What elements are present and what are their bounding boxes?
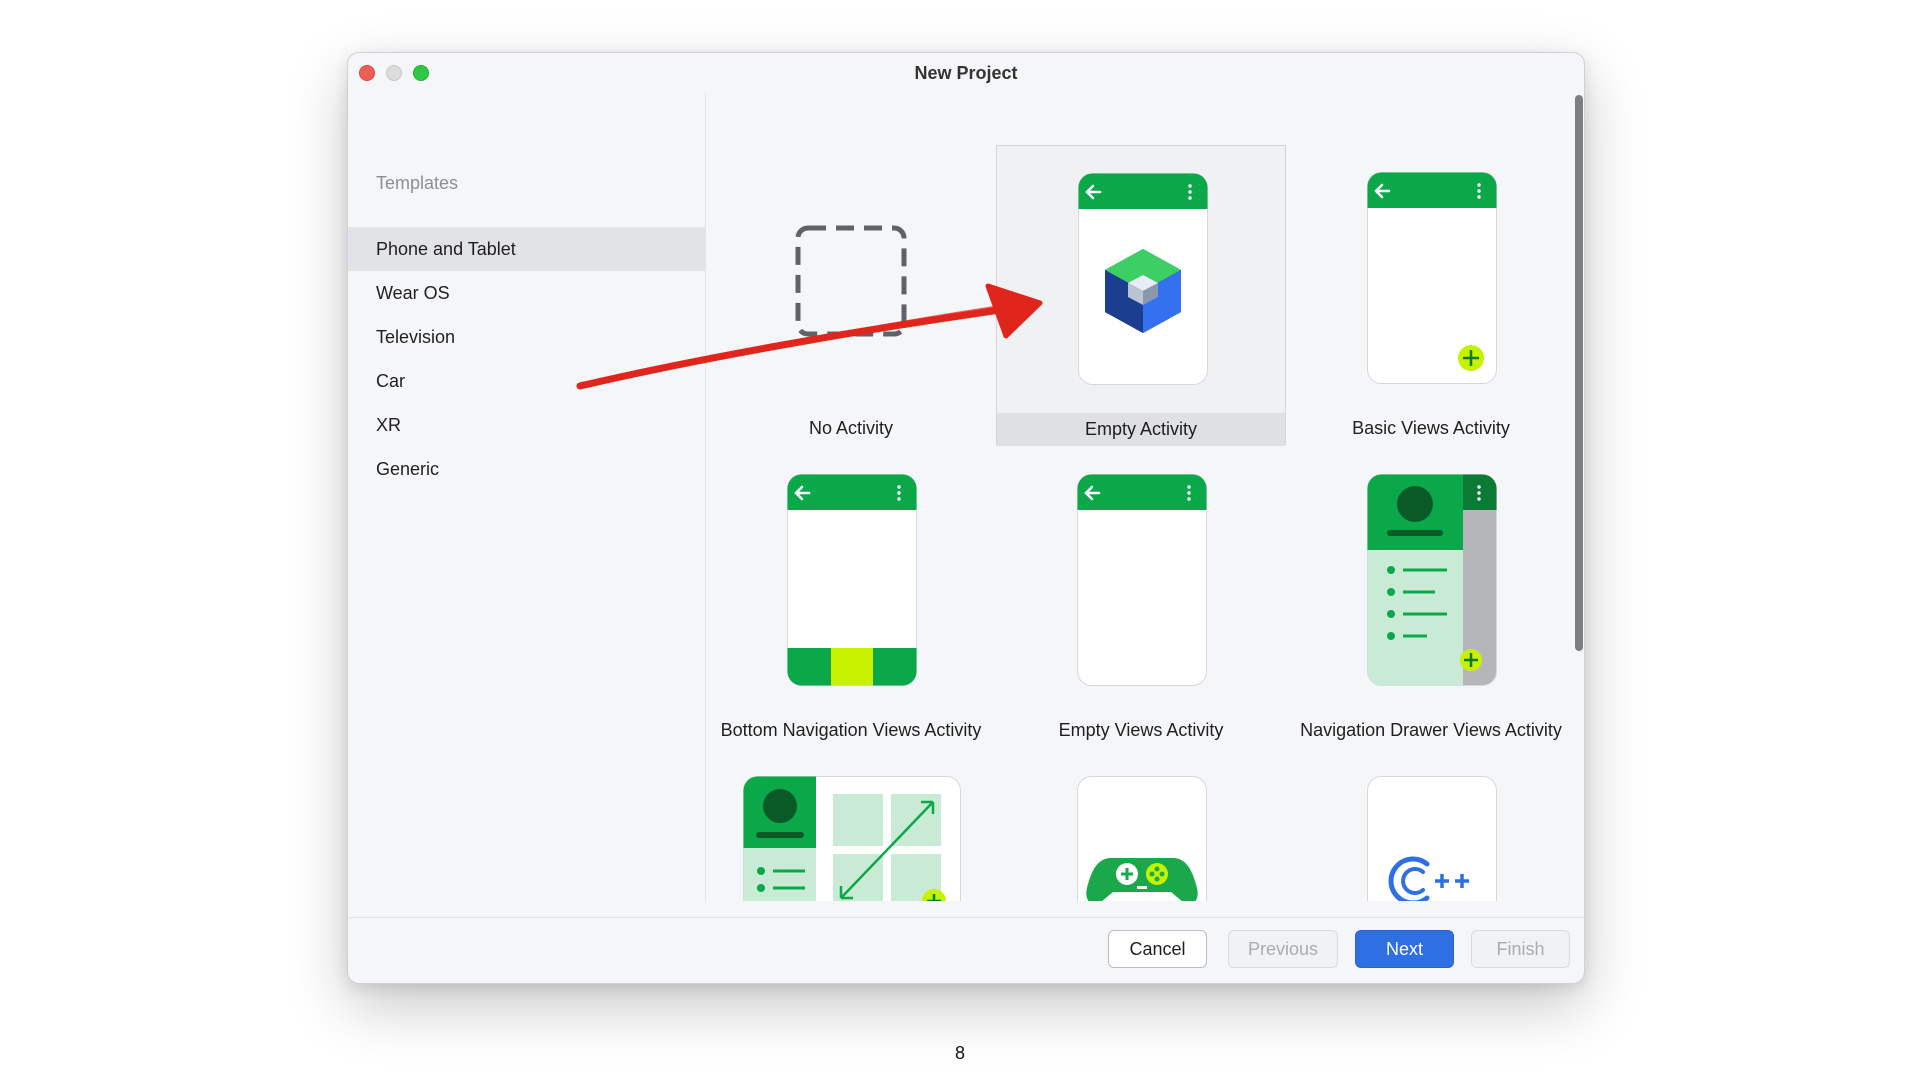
template-grid-scrollbar[interactable] xyxy=(1574,95,1584,895)
template-label: Bottom Navigation Views Activity xyxy=(720,720,982,740)
bottom-navigation-icon xyxy=(787,474,917,686)
template-card-no-activity[interactable]: No Activity xyxy=(706,145,996,445)
template-card-responsive[interactable] xyxy=(706,749,996,901)
template-card-basic-views-activity[interactable]: Basic Views Activity xyxy=(1286,145,1576,445)
page-number: 8 xyxy=(954,1043,965,1063)
sidebar-item-car[interactable]: Car xyxy=(348,359,705,403)
cancel-button[interactable]: Cancel xyxy=(1108,930,1207,968)
finish-button[interactable]: Finish xyxy=(1471,930,1570,968)
jetpack-compose-cube-icon xyxy=(1078,173,1208,385)
templates-sidebar: Templates Phone and Tablet Wear OS Telev… xyxy=(348,93,705,901)
sidebar-item-generic[interactable]: Generic xyxy=(348,447,705,491)
game-controller-icon xyxy=(1077,776,1207,901)
template-label: Empty Views Activity xyxy=(1058,720,1224,740)
navigation-drawer-icon xyxy=(1367,474,1497,686)
title-bar: New Project xyxy=(348,53,1584,93)
next-button[interactable]: Next xyxy=(1355,930,1454,968)
template-card-bottom-navigation-views-activity[interactable]: Bottom Navigation Views Activity xyxy=(706,447,996,747)
template-card-game[interactable] xyxy=(996,749,1286,901)
template-card-empty-views-activity[interactable]: Empty Views Activity xyxy=(996,447,1286,747)
template-label: Empty Activity xyxy=(997,413,1285,446)
sidebar-item-xr[interactable]: XR xyxy=(348,403,705,447)
template-card-native-cpp[interactable] xyxy=(1286,749,1576,901)
dashed-square-icon xyxy=(795,225,907,337)
template-label: Basic Views Activity xyxy=(1352,418,1510,438)
empty-phone-icon xyxy=(1077,474,1207,686)
fab-plus-icon xyxy=(1367,172,1497,384)
sidebar-item-wear-os[interactable]: Wear OS xyxy=(348,271,705,315)
sidebar-item-television[interactable]: Television xyxy=(348,315,705,359)
template-label: No Activity xyxy=(808,418,894,438)
previous-button[interactable]: Previous xyxy=(1228,930,1338,968)
window-title: New Project xyxy=(914,63,1018,83)
template-grid: No Activity Empty Activity Basic Views A… xyxy=(706,93,1576,901)
template-label: Navigation Drawer Views Activity xyxy=(1300,720,1562,740)
template-card-empty-activity[interactable]: Empty Activity xyxy=(996,145,1286,446)
sidebar-item-phone-and-tablet[interactable]: Phone and Tablet xyxy=(348,227,705,271)
new-project-window: New Project Templates Phone and Tablet W… xyxy=(347,52,1585,984)
cpp-icon xyxy=(1367,776,1497,901)
responsive-layout-icon xyxy=(743,776,961,901)
template-card-navigation-drawer-views-activity[interactable]: Navigation Drawer Views Activity xyxy=(1286,447,1576,747)
sidebar-heading: Templates xyxy=(376,173,459,193)
scrollbar-thumb[interactable] xyxy=(1575,95,1583,651)
